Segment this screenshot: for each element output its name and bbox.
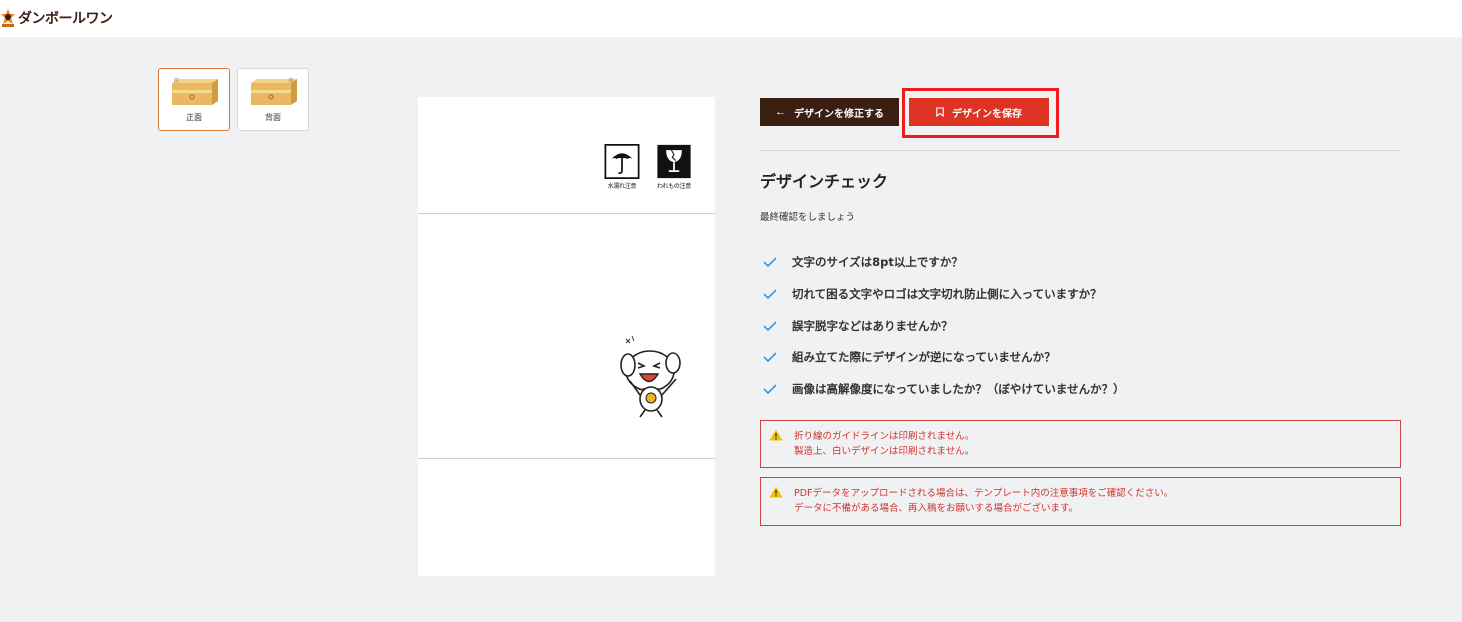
warning-text: データに不備がある場合、再入稿をお願いする場合がございます。 [794, 503, 1079, 514]
checkmark-icon [763, 352, 777, 362]
site-header: ダンボールワン [0, 0, 1462, 37]
save-design-button[interactable]: デザインを保存 [909, 98, 1049, 126]
checkmark-icon [763, 289, 777, 299]
care-mark-fragile: われもの注意 [654, 144, 694, 190]
checklist-item: 組み立てた際にデザインが逆になっていませんか？ [763, 348, 1056, 366]
box-front-icon [172, 78, 218, 105]
warning-text: 折り線のガイドラインは印刷されません。 [794, 431, 975, 442]
fold-line [418, 458, 715, 459]
save-design-label: デザインを保存 [952, 108, 1022, 120]
thumbnail-label: 正面 [186, 113, 202, 122]
care-mark-water: 水濡れ注意 [602, 144, 642, 190]
thumbnail-front[interactable]: 正面 [158, 68, 230, 131]
warning-box-print: 折り線のガイドラインは印刷されません。 製造上、白いデザインは印刷されません。 [760, 420, 1401, 468]
checkmark-icon [763, 384, 777, 394]
checklist-text: 画像は高解像度になっていましたか？（ぼやけていませんか？） [792, 382, 1125, 396]
arrow-left-icon: ← [775, 106, 786, 118]
care-mark-label: 水濡れ注意 [607, 183, 637, 190]
care-mark-label: われもの注意 [657, 183, 691, 190]
bookmark-icon [936, 107, 944, 117]
checklist-item: 誤字脱字などはありませんか？ [763, 317, 953, 335]
thumbnail-back[interactable]: 背面 [237, 68, 309, 131]
thumbnail-label: 背面 [265, 113, 281, 122]
warning-icon [769, 429, 783, 441]
checklist-text: 組み立てた際にデザインが逆になっていませんか？ [792, 350, 1056, 364]
warning-box-pdf: PDFデータをアップロードされる場合は、テンプレート内の注意事項をご確認ください… [760, 477, 1401, 526]
mascot-dog-illustration [620, 335, 681, 418]
checkmark-icon [763, 257, 777, 267]
logo-text: ダンボールワン [18, 11, 113, 27]
warning-icon [769, 486, 783, 498]
checklist-text: 文字のサイズは8pt以上ですか？ [792, 255, 963, 269]
section-divider [760, 150, 1401, 151]
checkmark-icon [763, 321, 777, 331]
checklist-text: 切れて困る文字やロゴは文字切れ防止側に入っていますか？ [792, 287, 1102, 301]
edit-design-label: デザインを修正する [794, 108, 884, 120]
design-check-subtitle: 最終確認をしましょう [760, 212, 856, 223]
warning-text: PDFデータをアップロードされる場合は、テンプレート内の注意事項をご確認ください… [794, 488, 1174, 499]
checklist-item: 切れて困る文字やロゴは文字切れ防止側に入っていますか？ [763, 285, 1102, 303]
design-preview-canvas: 水濡れ注意 われもの注意 [418, 97, 715, 576]
edit-design-button[interactable]: ← デザインを修正する [760, 98, 899, 126]
design-check-title: デザインチェック [760, 172, 889, 191]
box-back-icon [251, 78, 297, 105]
logo-mascot-icon [1, 9, 15, 27]
fold-line [418, 213, 715, 214]
checklist-item: 画像は高解像度になっていましたか？（ぼやけていませんか？） [763, 380, 1125, 398]
umbrella-icon [604, 144, 640, 179]
fragile-glass-icon [657, 144, 691, 179]
logo[interactable]: ダンボールワン [0, 7, 113, 29]
checklist-text: 誤字脱字などはありませんか？ [792, 319, 953, 333]
warning-text: 製造上、白いデザインは印刷されません。 [794, 446, 975, 457]
checklist-item: 文字のサイズは8pt以上ですか？ [763, 253, 963, 271]
